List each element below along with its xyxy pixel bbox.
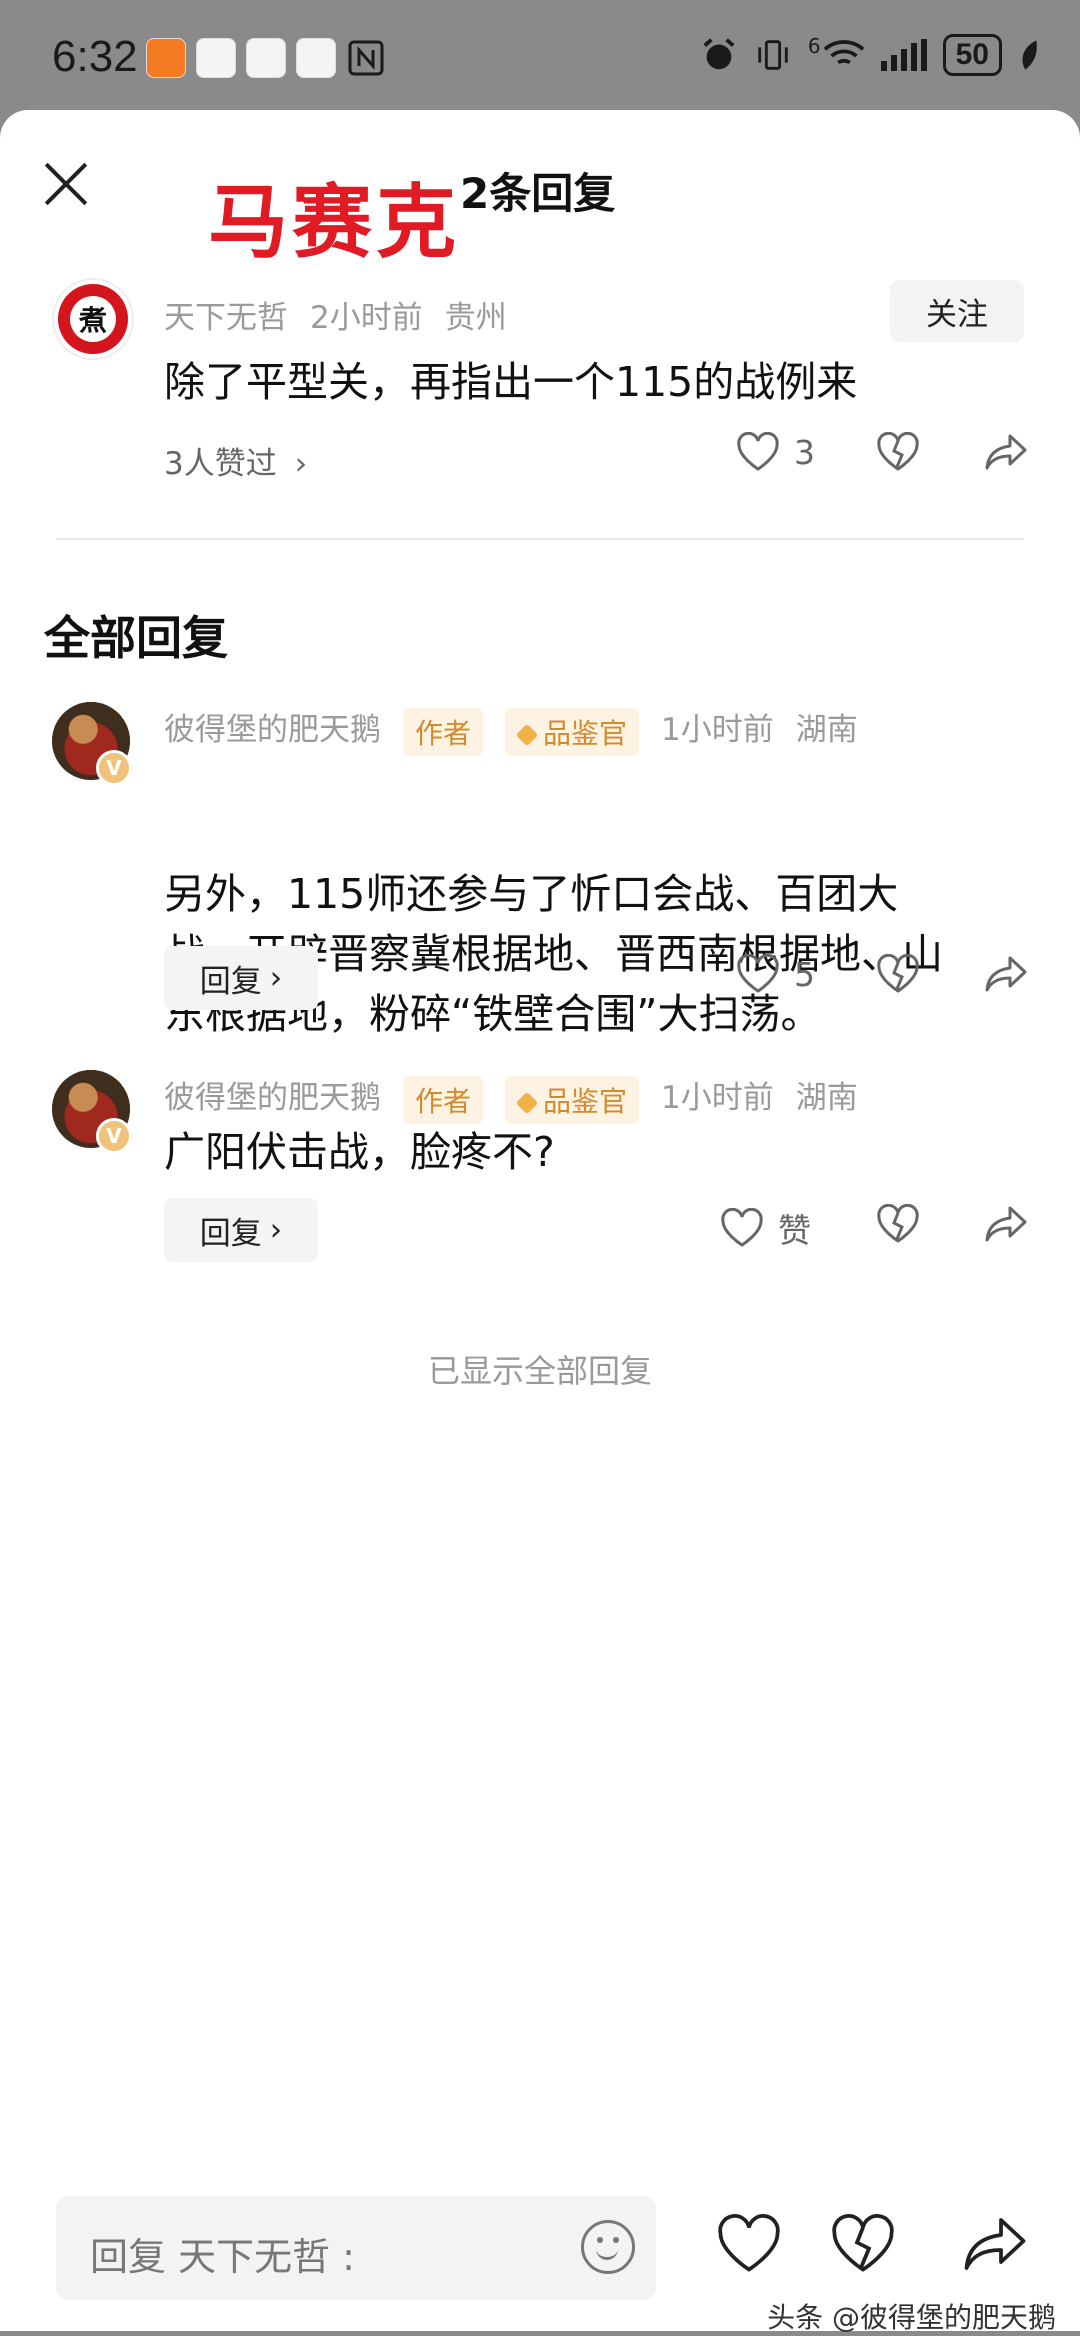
status-right: 6 50 [700,34,1040,76]
judge-tag: 品鉴官 [505,1075,640,1124]
chevron-right-icon: › [269,1212,283,1248]
reply-button[interactable]: 回复 › [164,1198,318,1262]
reply-input[interactable]: 回复 天下无哲 : [56,2196,656,2300]
share-icon [985,1206,1027,1242]
divider [56,538,1024,540]
close-icon[interactable] [44,162,88,206]
source-watermark: 头条 @彼得堡的肥天鹅 [767,2301,1056,2334]
username[interactable]: 彼得堡的肥天鹅 [164,1080,381,1116]
broken-heart-icon [877,1204,919,1243]
replies-sheet: 马赛克 2条回复 煮 天下无哲 2小时前 贵州 关注 除了平型关，再指出一个115的… [0,110,1080,2331]
like-count: 5 [794,954,815,994]
reply-button-label: 回复 [199,1215,262,1252]
username[interactable]: 天下无哲 [164,300,288,336]
reply-text: 广阳伏击战，脸疼不? [164,1128,555,1176]
wifi-icon [823,40,864,65]
dislike-button[interactable] [876,432,920,472]
all-replies-shown-text: 已显示全部回复 [427,1352,652,1390]
follow-button[interactable]: 关注 [890,280,1024,342]
share-icon [985,956,1027,992]
avatar-glyph: 煮 [70,296,116,342]
status-bar: 6:32 6 50 [0,0,1080,120]
vibrate-icon [758,40,788,70]
heart-icon [737,954,779,993]
like-button[interactable]: 赞 [720,1204,811,1252]
comment-time: 2小时前 [310,300,423,336]
dislike-button[interactable] [876,954,920,994]
badge-icon [515,1091,539,1114]
verified-badge: V [96,1118,132,1154]
reply-text-line: 另外，115师还参与了忻口会战、百团大 [164,870,899,918]
reply-meta: 彼得堡的肥天鹅 作者 品鉴官 1小时前 湖南 [164,1072,880,1124]
reply-time: 1小时前 [661,712,774,748]
like-count: 3 [794,432,815,472]
signal-icon [880,39,927,71]
reply-button[interactable]: 回复 › [164,946,318,1010]
broken-heart-icon [877,954,919,993]
alarm-icon [703,38,735,70]
liked-by-text: 3人赞过 [164,446,277,482]
section-title: 全部回复 [44,611,228,665]
like-label: 赞 [778,1211,811,1250]
comment-meta: 天下无哲 2小时前 贵州 [164,292,529,337]
avatar[interactable]: 煮 [52,278,134,360]
share-icon[interactable] [962,2214,1028,2274]
network-generation: 6 [807,34,821,58]
mosaic-overlay-text: 马赛克 [208,176,460,269]
like-button[interactable]: 3 [736,432,815,472]
share-button[interactable] [984,954,1028,994]
author-tag: 作者 [403,1075,484,1124]
broken-heart-icon [877,432,919,471]
heart-icon [737,432,779,471]
comment-text: 除了平型关，再指出一个115的战例来 [164,358,858,406]
reply-location: 湖南 [795,712,858,748]
author-tag: 作者 [403,707,484,756]
reply-meta: 彼得堡的肥天鹅 作者 品鉴官 1小时前 湖南 [164,704,880,756]
notification-app-icon [196,38,236,78]
share-icon [985,434,1027,470]
comment-location: 贵州 [444,300,507,336]
emoji-icon[interactable] [581,2220,635,2274]
leaf-icon [1022,40,1037,70]
reply-input-placeholder: 回复 天下无哲 : [90,2235,355,2279]
reply-location: 湖南 [795,1080,858,1116]
username[interactable]: 彼得堡的肥天鹅 [164,712,381,748]
battery-indicator: 50 [942,34,1002,76]
judge-tag: 品鉴官 [505,707,640,756]
broken-heart-icon[interactable] [830,2214,896,2274]
share-button[interactable] [984,1204,1028,1244]
nfc-icon [346,38,386,78]
sheet-title: 2条回复 [460,169,616,218]
chevron-right-icon: › [294,446,308,482]
notification-app-icon [296,38,336,78]
share-button[interactable] [984,432,1028,472]
reply-time: 1小时前 [661,1080,774,1116]
status-time: 6:32 [52,32,138,81]
notification-app-icon [246,38,286,78]
chevron-right-icon: › [269,960,283,996]
heart-icon [721,1208,763,1247]
badge-icon [515,723,539,746]
like-button[interactable]: 5 [736,954,815,994]
dislike-button[interactable] [876,1204,920,1244]
liked-by-link[interactable]: 3人赞过 › [164,438,307,483]
reply-button-label: 回复 [199,963,262,1000]
verified-badge: V [96,750,132,786]
heart-icon[interactable] [716,2214,782,2274]
notification-app-icon [146,38,186,78]
